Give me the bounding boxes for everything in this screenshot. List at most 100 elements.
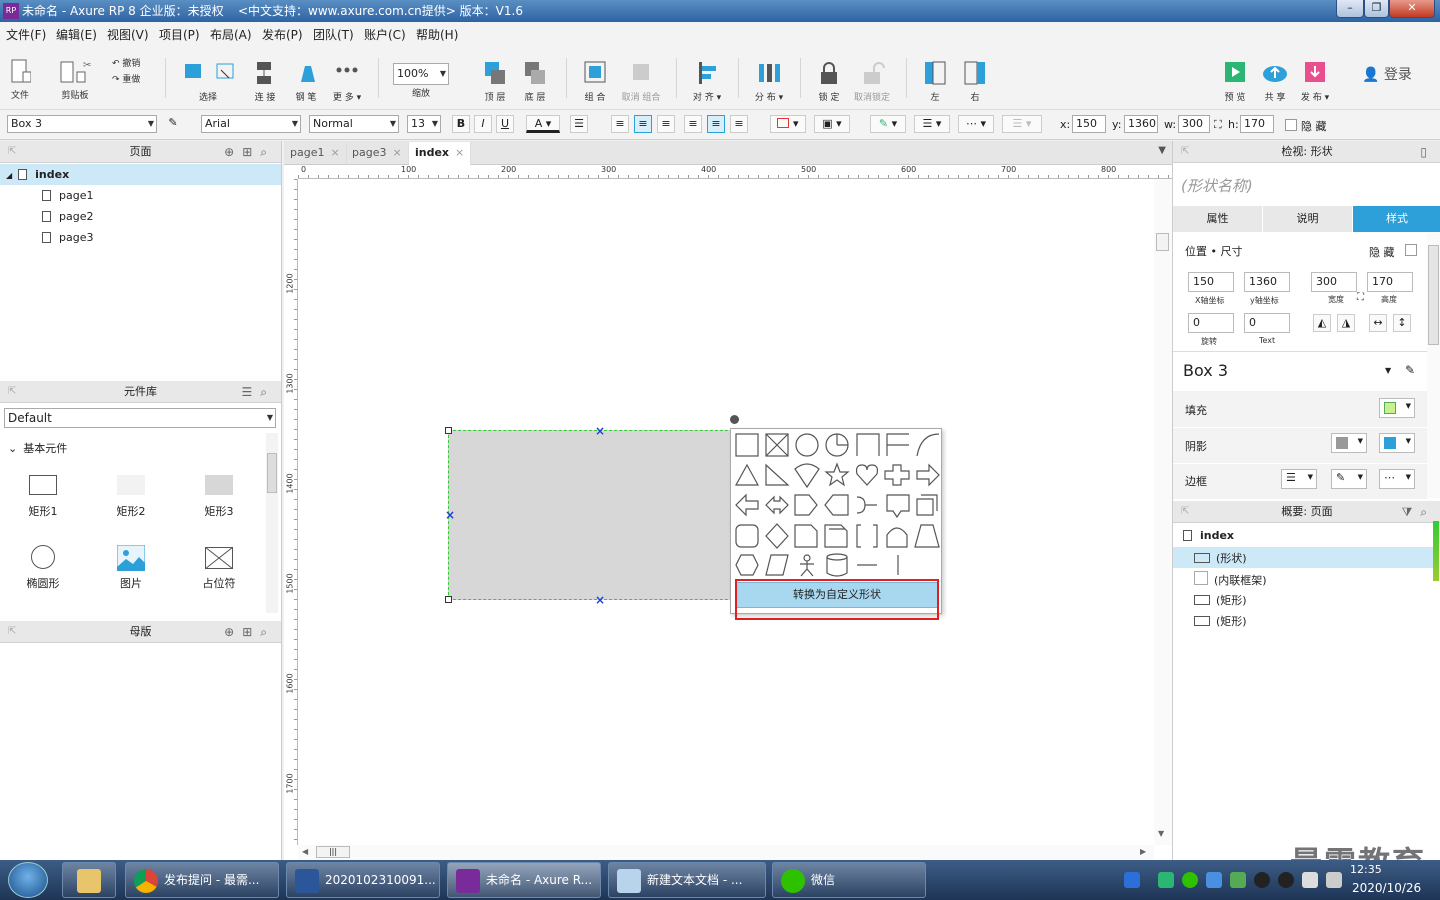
selected-shape-box3[interactable]: [448, 430, 748, 600]
shape-name-input[interactable]: (形状名称): [1181, 175, 1253, 196]
fit-width-icon[interactable]: ↔: [1369, 314, 1387, 332]
ime-icon[interactable]: [1124, 872, 1140, 888]
tray-app-icon[interactable]: [1158, 872, 1174, 888]
share-button[interactable]: 共 享: [1260, 60, 1290, 103]
arrow-style-button[interactable]: ☰ ▾: [1002, 115, 1042, 133]
bottom-layer-button[interactable]: 底 层: [520, 60, 550, 103]
chevron-down-icon[interactable]: ▼: [1385, 366, 1391, 375]
fill-color-picker[interactable]: ▼: [1379, 398, 1415, 418]
undo-button[interactable]: ↶ 撤销: [112, 56, 152, 69]
task-wechat[interactable]: 微信: [772, 862, 926, 898]
rotation-input[interactable]: 0: [1188, 313, 1234, 333]
x-input[interactable]: 150: [1072, 115, 1106, 133]
task-axure[interactable]: 未命名 - Axure R...: [447, 862, 601, 898]
tab-style[interactable]: 样式: [1353, 206, 1440, 232]
menu-help[interactable]: 帮助(H): [416, 26, 458, 43]
valign-top-icon[interactable]: ≡: [684, 115, 702, 133]
menu-view[interactable]: 视图(V): [107, 26, 149, 43]
fill-color-button[interactable]: ▾: [770, 115, 806, 133]
pen-button[interactable]: 钢 笔: [292, 60, 320, 103]
rotation-handle[interactable]: [730, 415, 739, 424]
close-tab-icon[interactable]: ×: [392, 146, 401, 159]
bold-button[interactable]: B: [452, 115, 470, 133]
scroll-down-icon[interactable]: ▼: [1158, 829, 1164, 838]
page-item-page2[interactable]: page2: [42, 210, 93, 223]
resize-handle[interactable]: [445, 596, 452, 603]
pages-tools[interactable]: ⊕⊞⌕: [224, 141, 275, 163]
filter-search-icons[interactable]: ⧩⌕: [1402, 501, 1435, 523]
width-input[interactable]: 300: [1311, 272, 1357, 292]
clock-date[interactable]: 2020/10/26: [1352, 881, 1421, 895]
lock-button[interactable]: 锁 定: [814, 60, 844, 103]
zoom-select[interactable]: 100% ▼: [393, 63, 449, 85]
outer-shadow-picker[interactable]: ▼: [1331, 433, 1367, 453]
nvidia-icon[interactable]: [1230, 872, 1246, 888]
menu-account[interactable]: 账户(C): [364, 26, 406, 43]
resize-handle[interactable]: [445, 427, 452, 434]
x-input[interactable]: 150: [1188, 272, 1234, 292]
hidden-checkbox[interactable]: [1285, 119, 1297, 131]
height-input[interactable]: 170: [1367, 272, 1413, 292]
security-icon[interactable]: [1206, 872, 1222, 888]
outline-item-rect[interactable]: (矩形): [1194, 592, 1247, 608]
outline-item-inline-frame[interactable]: (内联框架): [1194, 571, 1267, 588]
volume-icon[interactable]: [1326, 872, 1342, 888]
lock-ratio-icon[interactable]: ⛶: [1357, 292, 1364, 303]
qq-icon[interactable]: [1254, 872, 1270, 888]
y-input[interactable]: 1360: [1124, 115, 1158, 133]
widget-name-select[interactable]: Box 3 ▼: [7, 115, 157, 133]
text-color-button[interactable]: A ▾: [526, 115, 560, 133]
qq-icon[interactable]: [1278, 872, 1294, 888]
tab-properties[interactable]: 属性: [1173, 206, 1263, 232]
align-center-icon[interactable]: ≡: [634, 115, 652, 133]
close-window-button[interactable]: ✕: [1389, 0, 1435, 18]
library-item-rect2[interactable]: 矩形2: [101, 473, 161, 519]
clock-time[interactable]: 12:35: [1350, 863, 1382, 876]
left-panel-button[interactable]: 左: [920, 60, 950, 103]
line-color-button[interactable]: ✎ ▾: [870, 115, 906, 133]
menu-edit[interactable]: 编辑(E): [56, 26, 97, 43]
minimize-button[interactable]: –: [1336, 0, 1364, 18]
lock-ratio-icon[interactable]: ⛶: [1214, 118, 1222, 132]
outline-item-shape[interactable]: (形状): [1194, 550, 1247, 566]
ungroup-button[interactable]: 取消 组合: [618, 60, 664, 103]
select-button[interactable]: 选择: [180, 60, 236, 103]
menu-team[interactable]: 团队(T): [313, 26, 354, 43]
library-item-rect3[interactable]: 矩形3: [189, 473, 249, 519]
maximize-button[interactable]: ❐: [1364, 0, 1389, 18]
flip-vertical-icon[interactable]: ◮: [1337, 314, 1355, 332]
connect-button[interactable]: 连 接: [250, 60, 280, 103]
menu-file[interactable]: 文件(F): [6, 26, 46, 43]
flip-horizontal-icon[interactable]: ◭: [1313, 314, 1331, 332]
canvas-horizontal-scrollbar[interactable]: ◀ ||| ▶: [298, 845, 1154, 860]
masters-tools[interactable]: ⊕⊞⌕: [224, 621, 275, 643]
close-tab-icon[interactable]: ×: [330, 146, 339, 159]
border-style-picker[interactable]: ⋯ ▼: [1379, 469, 1415, 489]
pin-icon[interactable]: ⇱: [1181, 501, 1189, 523]
more-button[interactable]: 更 多 ▾: [330, 60, 364, 103]
tab-list-chevron-icon[interactable]: ▼: [1158, 145, 1166, 156]
unlock-button[interactable]: 取消锁定: [850, 60, 894, 103]
menu-project[interactable]: 项目(P): [159, 26, 200, 43]
edit-style-icon[interactable]: ✎: [1405, 363, 1415, 377]
scrollbar-thumb[interactable]: [267, 453, 277, 493]
canvas-vertical-scrollbar[interactable]: ▼: [1154, 179, 1172, 845]
line-width-button[interactable]: ☰ ▾: [914, 115, 950, 133]
page-item-page1[interactable]: page1: [42, 189, 93, 202]
style-name[interactable]: Box 3: [1183, 361, 1228, 380]
border-width-picker[interactable]: ☰ ▼: [1281, 469, 1317, 489]
shadow-button[interactable]: ▣ ▾: [814, 115, 850, 133]
h-input[interactable]: 170: [1240, 115, 1274, 133]
text-rotation-input[interactable]: 0: [1244, 313, 1290, 333]
task-file-explorer[interactable]: [62, 862, 116, 898]
right-panel-button[interactable]: 右: [960, 60, 990, 103]
hidden-checkbox[interactable]: [1405, 244, 1417, 256]
group-button[interactable]: 组 合: [580, 60, 610, 103]
italic-button[interactable]: I: [474, 115, 492, 133]
tab-page3[interactable]: page3 ×: [346, 142, 409, 164]
close-tab-icon[interactable]: ×: [455, 146, 464, 159]
preview-button[interactable]: 预 览: [1220, 60, 1250, 103]
align-button[interactable]: 对 齐 ▾: [688, 60, 726, 103]
task-word[interactable]: 2020102310091...: [286, 862, 440, 898]
valign-middle-icon[interactable]: ≡: [707, 115, 725, 133]
